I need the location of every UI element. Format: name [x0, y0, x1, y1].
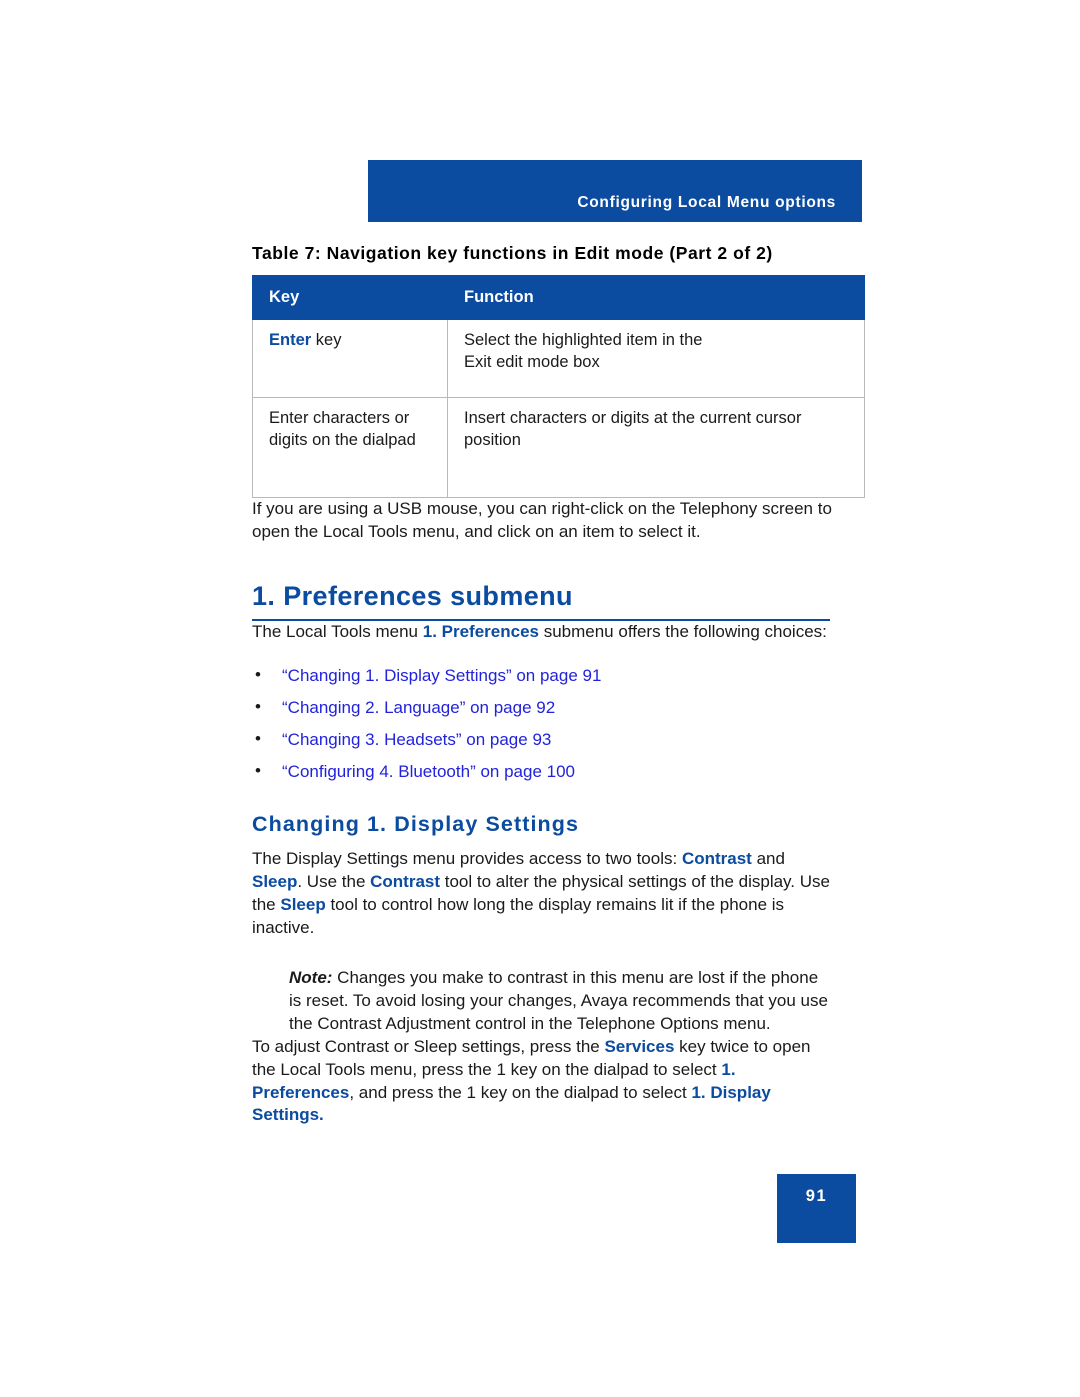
table-cell-function: Insert characters or digits at the curre…: [447, 397, 865, 498]
link-changing-headsets[interactable]: “Changing 3. Headsets” on page 93: [282, 730, 551, 749]
intro-text-part-1: The Local Tools menu: [252, 622, 423, 642]
heading-changing-display-settings: Changing 1. Display Settings: [252, 812, 580, 837]
running-header-title: Configuring Local Menu options: [577, 194, 836, 211]
usb-mouse-paragraph: If you are using a USB mouse, you can ri…: [252, 499, 832, 541]
document-page: Configuring Local Menu options Table 7: …: [0, 0, 1080, 1397]
table-cell-key: Enter key: [252, 319, 448, 398]
link-configuring-bluetooth[interactable]: “Configuring 4. Bluetooth” on page 100: [282, 762, 575, 781]
display-text-2: and: [751, 849, 785, 869]
table-header-key: Key: [252, 275, 448, 320]
cross-reference-list: • “Changing 1. Display Settings” on page…: [252, 665, 832, 784]
display-text-3: . Use the: [297, 872, 371, 891]
table-cell-key: Enter characters or digits on the dialpa…: [252, 397, 448, 498]
term-services: Services: [604, 1036, 675, 1056]
table-row: Enter characters or digits on the dialpa…: [252, 397, 865, 498]
note-label: Note:: [289, 967, 333, 987]
bullet-icon: •: [255, 697, 261, 717]
list-item: • “Changing 1. Display Settings” on page…: [252, 665, 832, 688]
table-caption: Table 7: Navigation key functions in Edi…: [252, 243, 773, 263]
intro-text-part-2: submenu offers the following choices:: [538, 622, 827, 642]
list-item: • “Changing 2. Language” on page 92: [252, 697, 832, 720]
list-item: • “Changing 3. Headsets” on page 93: [252, 729, 832, 752]
note-block: Note: Changes you make to contrast in th…: [289, 967, 830, 1036]
table-cell-function: Select the highlighted item in the Exit e…: [447, 319, 865, 398]
function-line-2: Exit edit mode box: [464, 353, 600, 372]
table-header-row: Key Function: [252, 275, 865, 320]
display-text-1: The Display Settings menu provides acces…: [252, 849, 682, 869]
table-row: Enter key Select the highlighted item in…: [252, 319, 865, 398]
final-text-3: , and press the 1 key on the dialpad to …: [349, 1082, 692, 1102]
term-contrast: Contrast: [681, 849, 752, 869]
link-changing-display-settings[interactable]: “Changing 1. Display Settings” on page 9…: [282, 666, 601, 685]
term-sleep: Sleep: [252, 872, 298, 891]
page-number-block: 91: [777, 1174, 856, 1243]
heading-preferences-submenu: 1. Preferences submenu: [252, 580, 573, 611]
bullet-icon: •: [255, 665, 261, 685]
term-sleep: Sleep: [280, 894, 326, 914]
bullet-icon: •: [255, 729, 261, 749]
table-header-function: Function: [447, 275, 865, 320]
note-text: Changes you make to contrast in this men…: [289, 967, 828, 1033]
bullet-icon: •: [255, 761, 261, 781]
function-line-1: Select the highlighted item in the: [464, 331, 703, 349]
page-number: 91: [805, 1187, 828, 1205]
preferences-intro-paragraph: The Local Tools menu 1. Preferences subm…: [252, 621, 832, 644]
key-label-enter: Enter: [269, 331, 312, 349]
final-text-1: To adjust Contrast or Sleep settings, pr…: [252, 1036, 605, 1056]
adjust-settings-paragraph: To adjust Contrast or Sleep settings, pr…: [252, 1036, 832, 1128]
preferences-submenu-section: 1. Preferences submenu: [252, 581, 832, 622]
function-line-1: Insert characters or digits at the curre…: [464, 409, 802, 427]
term-contrast: Contrast: [370, 872, 441, 891]
link-changing-language[interactable]: “Changing 2. Language” on page 92: [282, 698, 555, 717]
function-line-2: position: [464, 431, 521, 450]
key-label-suffix: key: [311, 331, 342, 349]
display-text-5: tool to control how long the display rem…: [252, 894, 785, 937]
running-header-banner: Configuring Local Menu options: [368, 160, 862, 222]
intro-bold-preferences: 1. Preferences: [422, 622, 539, 642]
page-content: Table 7: Navigation key functions in Edi…: [252, 243, 865, 1128]
navigation-key-functions-table: Key Function Enter key Select the highli…: [252, 275, 865, 498]
display-settings-paragraph: The Display Settings menu provides acces…: [252, 848, 832, 940]
list-item: • “Configuring 4. Bluetooth” on page 100: [252, 761, 832, 784]
